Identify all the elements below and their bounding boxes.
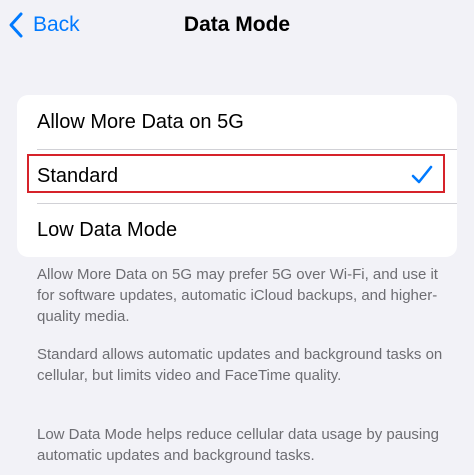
option-allow-more-data-5g[interactable]: Allow More Data on 5G xyxy=(17,95,457,149)
footer-description-5g: Allow More Data on 5G may prefer 5G over… xyxy=(37,266,438,325)
page-title: Data Mode xyxy=(183,13,291,36)
footer-description-low-data: Low Data Mode helps reduce cellular data… xyxy=(37,426,439,464)
checkmark-icon xyxy=(411,165,433,184)
option-label: Standard xyxy=(37,164,119,187)
option-label: Low Data Mode xyxy=(37,218,178,241)
option-standard[interactable]: Standard xyxy=(17,149,457,203)
footer-description-standard: Standard allows automatic updates and ba… xyxy=(37,346,443,384)
option-label: Allow More Data on 5G xyxy=(37,110,244,133)
data-mode-options: Allow More Data on 5G Standard Low Data … xyxy=(17,95,457,257)
navigation-bar: Back Data Mode xyxy=(0,0,474,50)
option-low-data-mode[interactable]: Low Data Mode xyxy=(17,203,457,257)
